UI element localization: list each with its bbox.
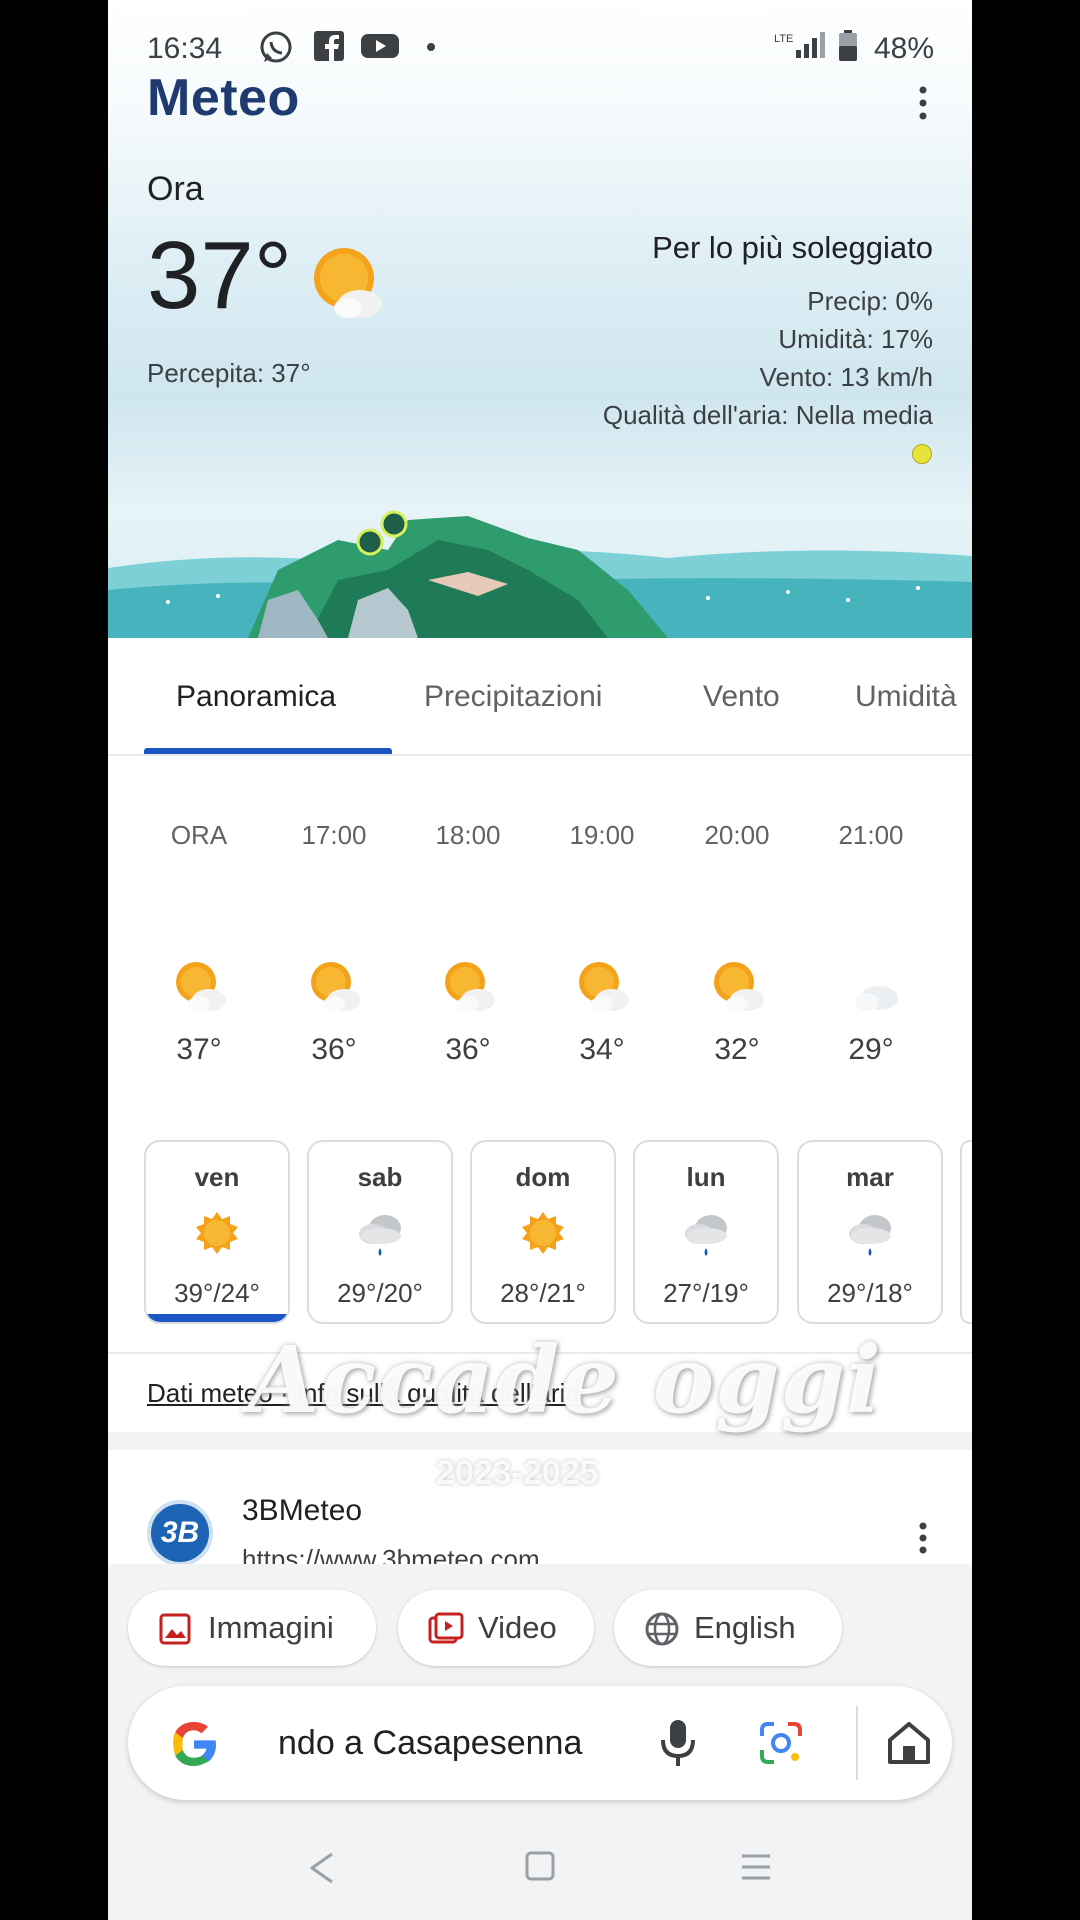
search-bar[interactable]: ndo a Casapesenna <box>128 1686 952 1800</box>
wind-value: Vento: 13 km/h <box>759 362 933 392</box>
hour-label: 20:00 <box>704 820 770 850</box>
day-name: ven <box>194 1162 240 1192</box>
dot-icon <box>427 43 435 51</box>
rain-cloud-icon <box>685 1215 727 1256</box>
day-card-ven[interactable]: ven 39°/24° <box>144 1140 290 1324</box>
partly-sunny-icon <box>176 962 226 1012</box>
facebook-icon <box>314 31 344 61</box>
result-site-name[interactable]: 3BMeteo <box>242 1494 362 1528</box>
precip-value: Precip: 0% <box>807 286 933 316</box>
day-card-dom[interactable]: dom 28°/21° <box>470 1140 616 1324</box>
mic-icon[interactable] <box>658 1718 698 1768</box>
more-vert-icon[interactable] <box>918 86 928 120</box>
partly-sunny-icon <box>311 962 361 1012</box>
battery-level: 48% <box>873 32 934 65</box>
battery-icon <box>839 30 857 61</box>
system-nav-bar <box>108 1820 972 1920</box>
day-name: dom <box>515 1162 571 1192</box>
feels-like: Percepita: 37° <box>147 358 311 388</box>
image-icon <box>159 1613 191 1645</box>
app-title: Meteo <box>147 69 300 127</box>
search-divider <box>856 1706 858 1780</box>
tab-vento[interactable]: Vento <box>703 680 780 714</box>
hour-temp: 29° <box>848 1033 894 1066</box>
hour-label: 21:00 <box>838 820 904 850</box>
home-icon[interactable] <box>886 1720 932 1766</box>
hour-label: 19:00 <box>569 820 635 850</box>
hour-temp: 36° <box>445 1033 491 1066</box>
weather-hero: Meteo Ora 37° Percepita: 37° Per lo più … <box>108 0 972 638</box>
chip-immagini[interactable]: Immagini <box>128 1590 376 1666</box>
back-icon[interactable] <box>306 1850 338 1886</box>
condition-text: Per lo più soleggiato <box>652 230 933 265</box>
day-card-next-partial[interactable] <box>960 1140 972 1324</box>
tab-umidita[interactable]: Umidità <box>855 680 957 714</box>
svg-text:LTE: LTE <box>774 33 793 45</box>
status-time: 16:34 <box>147 32 223 65</box>
partly-sunny-icon <box>445 962 495 1012</box>
day-name: lun <box>686 1162 726 1192</box>
day-name: sab <box>357 1162 403 1192</box>
air-quality-value: Qualità dell'aria: Nella media <box>602 400 933 430</box>
partly-cloudy-night-icon <box>849 962 898 1011</box>
chip-video[interactable]: Video <box>398 1590 594 1666</box>
hour-temp: 36° <box>311 1033 357 1066</box>
globe-icon <box>645 1612 679 1646</box>
partly-sunny-icon <box>714 962 764 1012</box>
chip-label: Video <box>478 1610 557 1645</box>
watermark-years: 2023-2025 <box>436 1454 599 1492</box>
hour-temp: 32° <box>714 1033 760 1066</box>
hour-temp: 34° <box>579 1033 625 1066</box>
lens-icon[interactable] <box>758 1720 804 1766</box>
air-quality-indicator <box>912 444 932 464</box>
rain-cloud-icon <box>359 1215 401 1256</box>
chip-label: English <box>694 1610 796 1645</box>
partly-sunny-icon <box>314 248 382 318</box>
hour-label: 18:00 <box>435 820 501 850</box>
tab-panoramica[interactable]: Panoramica <box>176 680 336 714</box>
watermark-title: Accade oggi <box>248 1326 882 1434</box>
day-temps: 29°/20° <box>337 1278 423 1308</box>
partly-sunny-icon <box>579 962 629 1012</box>
day-card-mar[interactable]: mar 29°/18° <box>797 1140 943 1324</box>
lte-signal-icon: LTE <box>774 32 825 58</box>
recents-icon[interactable] <box>740 1852 772 1882</box>
search-query[interactable]: ndo a Casapesenna <box>278 1724 582 1763</box>
selected-day-indicator <box>146 1314 288 1322</box>
hour-temp: 37° <box>176 1033 222 1066</box>
section-gap <box>108 1432 972 1450</box>
day-name: mar <box>846 1162 894 1192</box>
day-temps: 39°/24° <box>174 1278 260 1308</box>
chip-label: Immagini <box>208 1610 334 1645</box>
hour-label: 17:00 <box>301 820 367 850</box>
sunny-icon <box>522 1212 564 1254</box>
landscape-illustration <box>108 510 972 638</box>
rain-cloud-icon <box>849 1215 891 1256</box>
day-temps: 28°/21° <box>500 1278 586 1308</box>
day-card-sab[interactable]: sab 29°/20° <box>307 1140 453 1324</box>
whatsapp-icon <box>260 31 292 63</box>
active-tab-indicator <box>144 748 392 754</box>
chip-english[interactable]: English <box>614 1590 842 1666</box>
weather-tabs: Panoramica Precipitazioni Vento Umidità <box>108 638 972 756</box>
current-label: Ora <box>147 170 204 208</box>
screen: Meteo Ora 37° Percepita: 37° Per lo più … <box>108 0 972 1920</box>
home-nav-icon[interactable] <box>524 1850 556 1882</box>
tab-precipitazioni[interactable]: Precipitazioni <box>424 680 602 714</box>
site-logo-text: 3B <box>160 1516 200 1549</box>
hour-label: ORA <box>170 820 228 850</box>
site-logo[interactable]: 3B <box>147 1500 213 1566</box>
current-temperature: 37° <box>147 222 293 329</box>
humidity-value: Umidità: 17% <box>778 324 933 354</box>
status-bar: 16:34 LTE 48% <box>108 0 972 72</box>
day-temps: 27°/19° <box>663 1278 749 1308</box>
google-g-icon <box>173 1722 216 1766</box>
youtube-icon <box>361 34 399 58</box>
sunny-icon <box>196 1212 238 1254</box>
day-temps: 29°/18° <box>827 1278 913 1308</box>
more-vert-icon[interactable] <box>918 1522 928 1554</box>
video-icon <box>428 1612 464 1644</box>
day-card-lun[interactable]: lun 27°/19° <box>633 1140 779 1324</box>
